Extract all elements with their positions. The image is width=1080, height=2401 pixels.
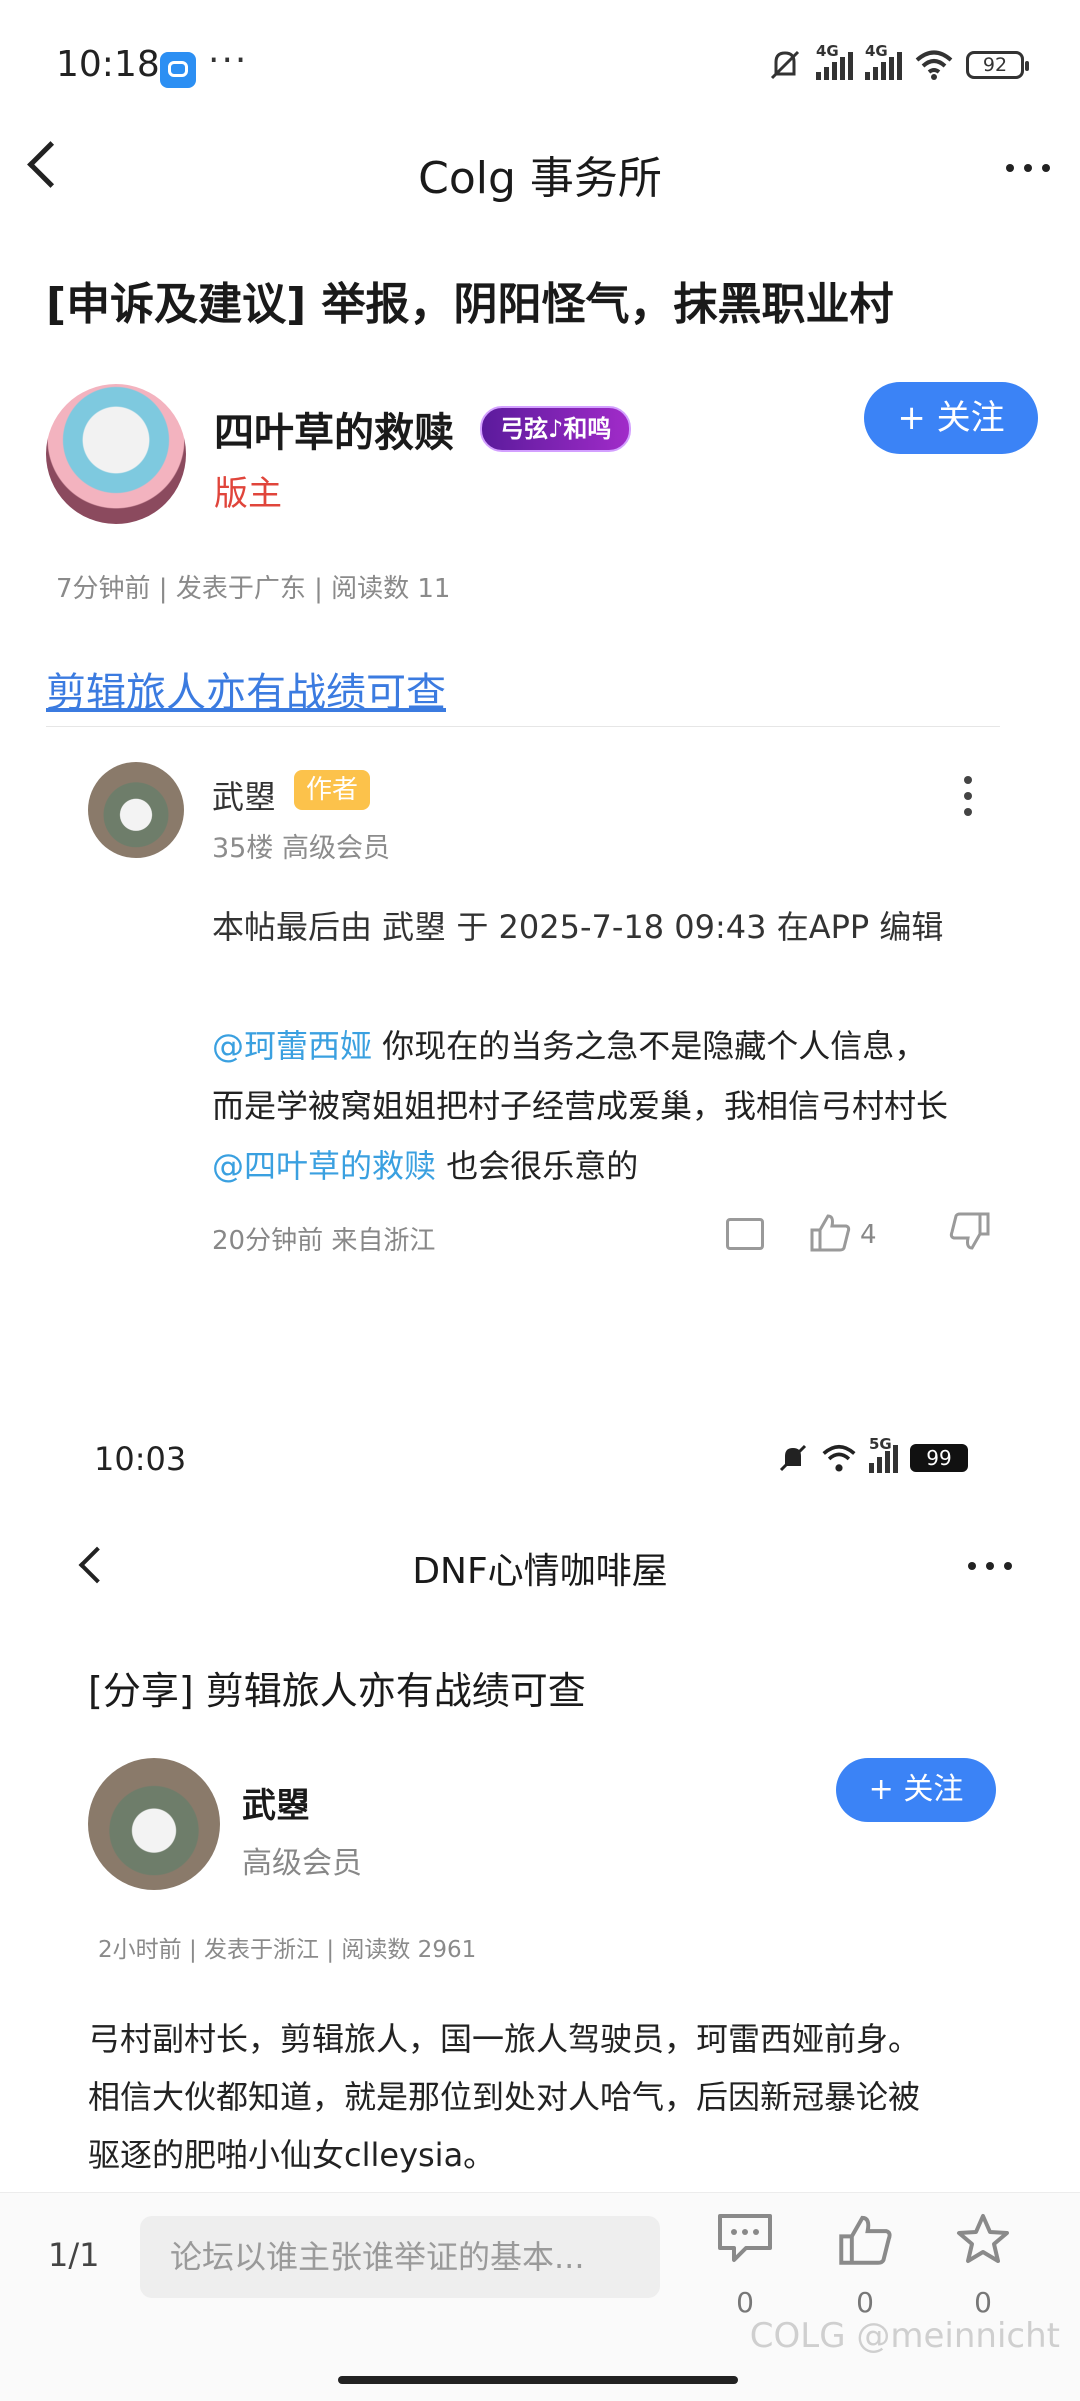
divider [46, 726, 1000, 727]
star-icon[interactable] [954, 2212, 1012, 2266]
comment-icon[interactable] [726, 1218, 764, 1250]
battery-icon: 92 [966, 51, 1029, 79]
mention-link[interactable]: @四叶草的救赎 [212, 1147, 436, 1185]
reply-more-icon[interactable] [964, 776, 972, 816]
chat-app-icon [160, 52, 196, 88]
like-icon[interactable] [836, 2212, 894, 2266]
embedded-status-icons: 5G 99 [777, 1435, 968, 1474]
post-meta: 7分钟前 | 发表于广东 | 阅读数 11 [56, 574, 451, 604]
embedded-status-time: 10:03 [94, 1440, 187, 1478]
reply-avatar[interactable] [88, 762, 184, 858]
embedded-author-name: 武曌 [242, 1786, 310, 1826]
reply-floor-meta: 35楼 高级会员 [212, 833, 390, 864]
wifi-icon [822, 1444, 856, 1472]
body-line: 驱逐的肥啪小仙女clleysia。 [88, 2136, 496, 2174]
embedded-post-title: [分享] 剪辑旅人亦有战绩可查 [88, 1669, 586, 1713]
page-indicator[interactable]: 1/1 [48, 2236, 100, 2274]
status-time: 10:18 [56, 44, 160, 85]
embedded-follow-button: + 关注 [836, 1758, 996, 1822]
comment-icon[interactable] [716, 2212, 774, 2264]
embedded-author-avatar [88, 1758, 220, 1890]
reply-author-name[interactable]: 武曌 [212, 772, 276, 818]
edit-note: 本帖最后由 武曌 于 2025-7-18 09:43 在APP 编辑 [212, 908, 944, 946]
post-title: [申诉及建议] 举报，阴阳怪气，抹黑职业村 [46, 279, 894, 330]
embedded-more-icon [968, 1562, 1012, 1570]
like-count: 0 [856, 2286, 874, 2319]
mute-icon [770, 50, 800, 80]
embedded-post-meta: 2小时前 | 发表于浙江 | 阅读数 2961 [98, 1937, 477, 1963]
mention-link[interactable]: @珂蕾西娅 [212, 1027, 372, 1065]
author-tag-badge: 作者 [294, 770, 371, 810]
home-indicator[interactable] [338, 2376, 738, 2384]
bell-off-icon [779, 1444, 807, 1472]
like-icon[interactable] [808, 1212, 852, 1252]
author-avatar[interactable] [46, 384, 186, 524]
comment-count: 0 [736, 2286, 754, 2319]
favorite-count: 0 [974, 2286, 992, 2319]
honor-badge: 弓弦♪和鸣 [480, 406, 632, 452]
more-icon[interactable] [1006, 164, 1050, 172]
body-line: 相信大伙都知道，就是那位到处对人哈气，后因新冠暴论被 [88, 2078, 921, 2116]
reply-text: 也会很乐意的 [436, 1147, 639, 1185]
author-name[interactable]: 四叶草的救赎 [214, 400, 454, 458]
reply-body: @珂蕾西娅 你现在的当务之急不是隐藏个人信息， 而是学被窝姐姐把村子经营成爱巢，… [212, 1016, 1012, 1196]
reply-time: 20分钟前 来自浙江 [212, 1226, 436, 1256]
signal-4g-icon-2: 4G [865, 42, 902, 80]
battery-icon: 99 [910, 1444, 968, 1472]
author-role: 版主 [214, 474, 282, 514]
embedded-post-body: 弓村副村长，剪辑旅人，国一旅人驾驶员，珂雷西娅前身。 相信大伙都知道，就是那位到… [88, 2010, 1018, 2184]
follow-button[interactable]: + 关注 [864, 382, 1038, 454]
linked-post-link[interactable]: 剪辑旅人亦有战绩可查 [46, 660, 446, 718]
more-notifications-icon: ··· [208, 40, 249, 81]
watermark: COLG @meinnicht [749, 2316, 1060, 2356]
reply-input[interactable]: 论坛以谁主张谁举证的基本... [140, 2216, 660, 2298]
body-line: 弓村副村长，剪辑旅人，国一旅人驾驶员，珂雷西娅前身。 [88, 2020, 921, 2058]
reply-text: 你现在的当务之急不是隐藏个人信息， [372, 1027, 927, 1065]
embedded-page-title: DNF心情咖啡屋 [412, 1551, 668, 1592]
status-icons: 4G 4G 92 [766, 42, 1029, 82]
reply-text: 而是学被窝姐姐把村子经营成爱巢，我相信弓村村长 [212, 1087, 949, 1125]
signal-5g-icon: 5G [869, 1435, 898, 1473]
like-count: 4 [860, 1220, 877, 1250]
dislike-icon[interactable] [948, 1212, 992, 1252]
wifi-icon [915, 50, 953, 80]
signal-4g-icon: 4G [816, 42, 853, 80]
embedded-member-level: 高级会员 [242, 1846, 362, 1881]
page-title: Colg 事务所 [418, 153, 662, 204]
